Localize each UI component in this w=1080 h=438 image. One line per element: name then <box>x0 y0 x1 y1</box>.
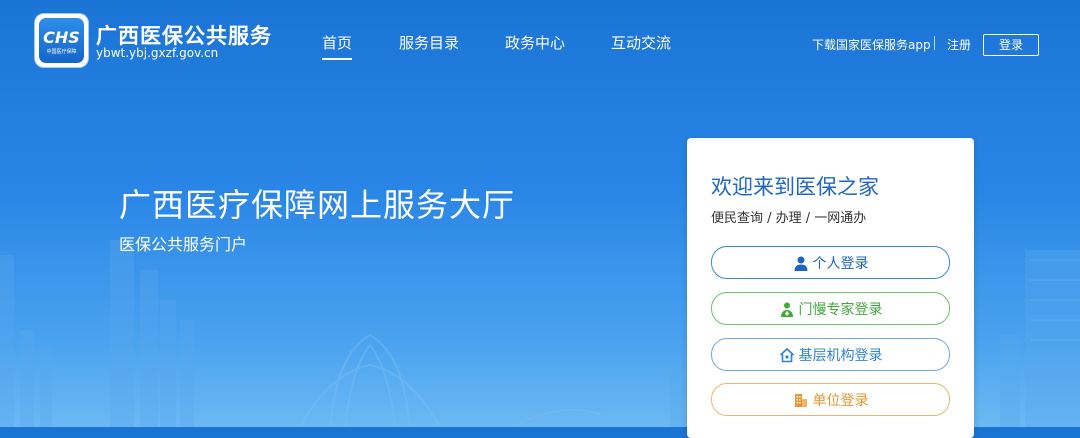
hero-title: 广西医疗保障网上服务大厅 <box>119 186 516 224</box>
personal-login-button[interactable]: 个人登录 <box>711 246 950 279</box>
nav-service-catalog[interactable]: 服务目录 <box>399 32 459 53</box>
register-link[interactable]: 注册 <box>947 36 971 53</box>
institution-login-label: 基层机构登录 <box>798 347 883 364</box>
nav-government-center[interactable]: 政务中心 <box>505 32 565 53</box>
download-app-link[interactable]: 下载国家医保服务app <box>812 36 931 53</box>
site-url: ybwt.ybj.gxzf.gov.cn <box>96 46 219 60</box>
header-login-button[interactable]: 登录 <box>983 34 1039 56</box>
institution-login-button[interactable]: 基层机构登录 <box>711 338 950 371</box>
doctor-icon <box>780 302 793 317</box>
card-title: 欢迎来到医保之家 <box>711 175 879 199</box>
divider <box>934 36 935 50</box>
logo-text: CHS <box>43 28 80 47</box>
card-subtitle: 便民查询 / 办理 / 一网通办 <box>711 211 867 226</box>
nav-home[interactable]: 首页 <box>322 32 353 60</box>
expert-login-button[interactable]: 门慢专家登录 <box>711 292 950 325</box>
company-login-button[interactable]: 单位登录 <box>711 383 950 416</box>
chs-logo[interactable]: CHS 中国医疗保障 <box>35 14 88 67</box>
expert-login-label: 门慢专家登录 <box>798 301 883 318</box>
logo-subtext: 中国医疗保障 <box>46 49 77 55</box>
nav-interaction[interactable]: 互动交流 <box>611 32 671 53</box>
login-card: 欢迎来到医保之家 便民查询 / 办理 / 一网通办 个人登录 门慢专家登录 基层… <box>687 138 974 438</box>
company-login-label: 单位登录 <box>812 392 869 409</box>
personal-login-label: 个人登录 <box>812 255 869 272</box>
house-icon <box>779 347 794 362</box>
building-icon <box>794 393 807 407</box>
hero-subtitle: 医保公共服务门户 <box>119 235 248 254</box>
person-icon <box>794 256 807 271</box>
